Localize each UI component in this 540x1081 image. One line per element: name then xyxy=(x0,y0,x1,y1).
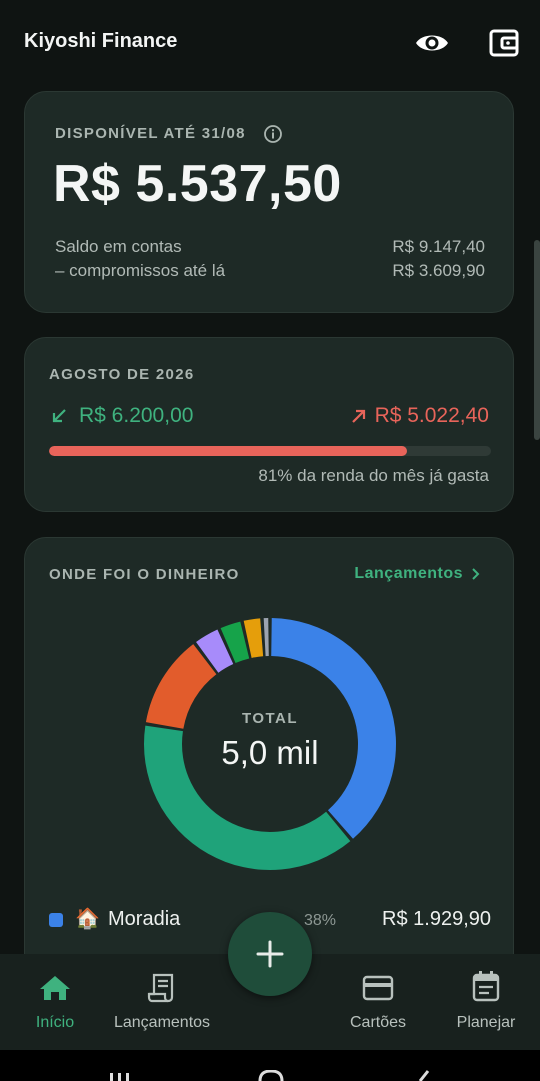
lancamentos-link-label: Lançamentos xyxy=(354,565,463,582)
nav-item-lancamentos[interactable]: Lançamentos xyxy=(107,954,217,1050)
balance-label: Saldo em contas xyxy=(55,237,182,256)
balance-value: R$ 9.147,40 xyxy=(392,237,485,256)
receipt-icon xyxy=(147,973,174,1003)
donut-slice-moradia[interactable] xyxy=(271,618,396,839)
income-value: R$ 6.200,00 xyxy=(79,404,194,427)
recent-apps-icon[interactable] xyxy=(108,1072,132,1081)
spending-progress-fill xyxy=(49,446,408,456)
credit-card-icon xyxy=(362,975,394,1001)
spending-caption: 81% da renda do mês já gasta xyxy=(258,466,489,485)
lancamentos-link[interactable]: Lançamentos xyxy=(354,565,483,583)
nav-label-cartoes: Cartões xyxy=(349,1014,407,1031)
app-title: Kiyoshi Finance xyxy=(24,30,178,52)
eye-icon[interactable] xyxy=(412,23,452,63)
calendar-icon xyxy=(472,971,500,1002)
nav-label-lancamentos: Lançamentos xyxy=(113,1014,211,1031)
spending-card: ONDE FOI O DINHEIRO Lançamentos TOTAL 5,… xyxy=(24,537,514,977)
available-amount: R$ 5.537,50 xyxy=(53,155,342,213)
home-button-icon[interactable] xyxy=(258,1070,284,1081)
expense-value: R$ 5.022,40 xyxy=(374,404,489,427)
nav-item-planejar[interactable]: Planejar xyxy=(431,954,540,1050)
app-header: Kiyoshi Finance xyxy=(0,0,540,88)
legend-color-swatch xyxy=(49,913,63,927)
nav-item-cartoes[interactable]: Cartões xyxy=(323,954,433,1050)
system-navigation-bar xyxy=(0,1050,540,1081)
commitments-value: R$ 3.609,90 xyxy=(392,261,485,280)
legend-name: Moradia xyxy=(108,908,181,930)
wallet-icon[interactable] xyxy=(484,23,524,63)
total-value: 5,0 mil xyxy=(221,734,319,771)
scrollbar[interactable] xyxy=(534,240,540,440)
available-label: DISPONÍVEL ATÉ 31/08 xyxy=(55,125,246,142)
legend-value: R$ 1.929,90 xyxy=(382,908,491,930)
spending-label: ONDE FOI O DINHEIRO xyxy=(49,566,240,583)
spending-progress-bar xyxy=(49,446,491,456)
month-label: AGOSTO DE 2026 xyxy=(49,366,195,383)
month-card[interactable]: AGOSTO DE 2026 R$ 6.200,00 R$ 5.022,40 8… xyxy=(24,337,514,512)
nav-item-inicio[interactable]: Início xyxy=(0,954,110,1050)
house-icon: 🏠 xyxy=(75,908,100,930)
arrow-down-left-icon xyxy=(49,406,69,431)
commitments-label: – compromissos até lá xyxy=(55,261,226,280)
info-icon[interactable] xyxy=(263,124,283,149)
chevron-right-icon xyxy=(472,568,480,580)
arrow-up-right-icon xyxy=(349,406,369,431)
back-icon[interactable] xyxy=(416,1070,432,1081)
legend-percent: 38% xyxy=(304,912,337,929)
nav-label-planejar: Planejar xyxy=(456,1014,516,1031)
plus-icon xyxy=(256,940,284,968)
home-icon xyxy=(40,976,70,1000)
donut-slice-6[interactable] xyxy=(263,618,269,657)
add-transaction-button[interactable] xyxy=(228,912,312,996)
total-label: TOTAL xyxy=(241,710,299,727)
nav-label-inicio: Início xyxy=(35,1014,75,1031)
available-card: DISPONÍVEL ATÉ 31/08 R$ 5.537,50 Saldo e… xyxy=(24,91,514,313)
